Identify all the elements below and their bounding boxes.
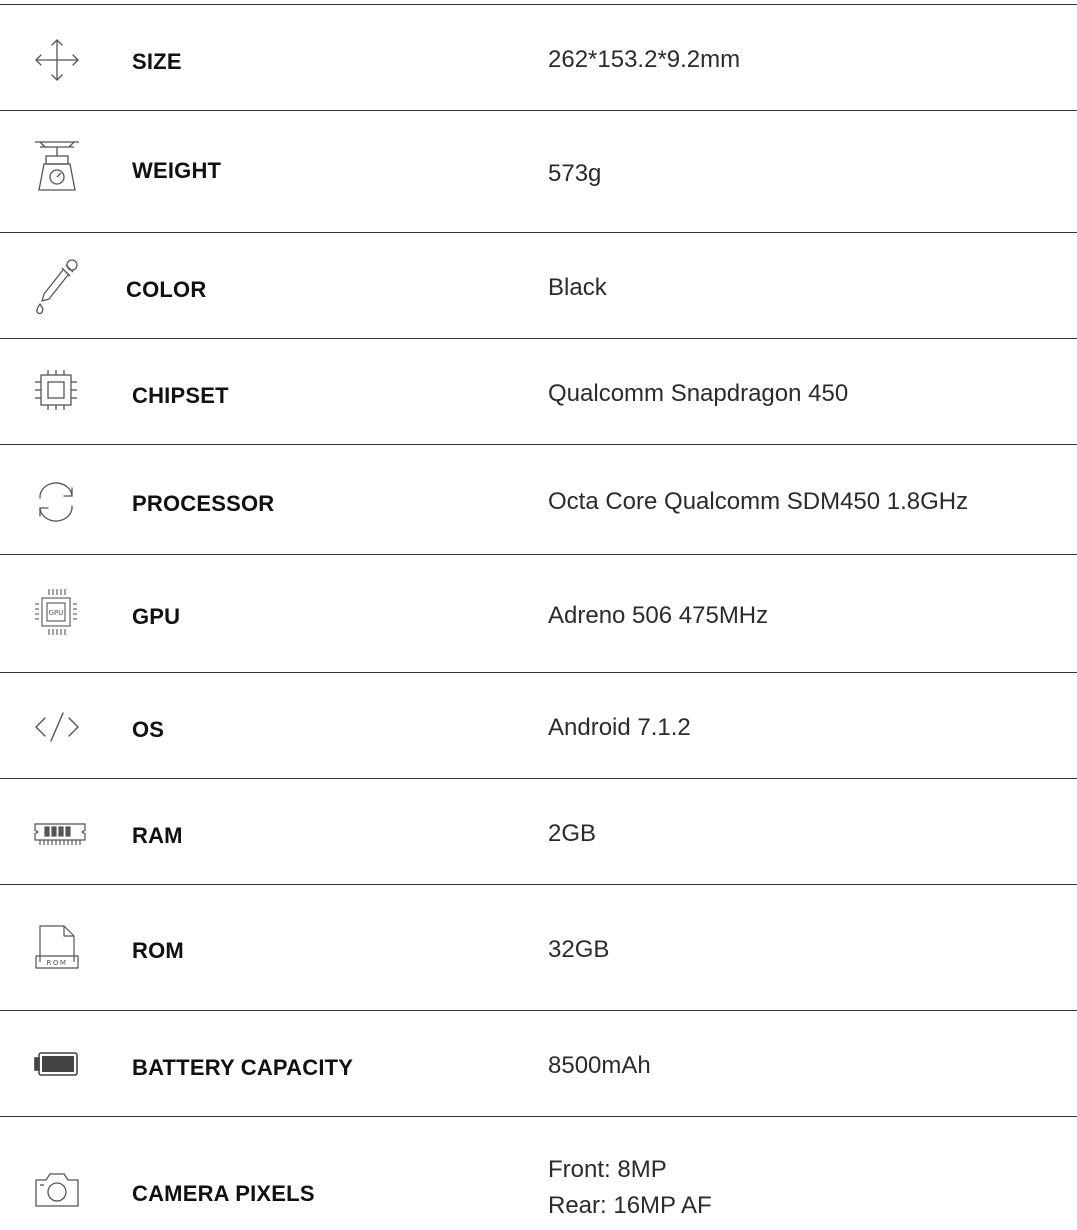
spec-label-color: COLOR xyxy=(126,277,207,302)
move-arrows-icon xyxy=(32,38,82,82)
spec-value-size: 262*153.2*9.2mm xyxy=(548,46,741,73)
spec-label-rom: ROM xyxy=(132,938,184,963)
spec-value-processor: Octa Core Qualcomm SDM450 1.8GHz xyxy=(548,488,969,515)
weighing-scale-icon xyxy=(32,138,82,192)
code-brackets-icon xyxy=(32,705,82,749)
spec-label-processor: PROCESSOR xyxy=(132,491,275,516)
spec-label-chipset: CHIPSET xyxy=(132,383,229,408)
spec-value-gpu: Adreno 506 475MHz xyxy=(548,602,769,629)
refresh-cycle-icon xyxy=(32,480,82,524)
spec-label-ram: RAM xyxy=(132,823,183,848)
rom-icon-text: ROM xyxy=(47,959,68,967)
spec-value-battery: 8500mAh xyxy=(548,1052,651,1079)
ram-module-icon xyxy=(32,810,86,854)
spec-table: SIZE 262*153.2*9.2mm WEIGHT 573g COLOR B… xyxy=(0,0,1077,1230)
gpu-icon-text: GPU xyxy=(49,609,64,617)
spec-label-gpu: GPU xyxy=(132,604,181,629)
spec-row-battery: BATTERY CAPACITY 8500mAh xyxy=(0,1010,1077,1116)
spec-value-chipset: Qualcomm Snapdragon 450 xyxy=(548,380,849,407)
spec-row-ram: RAM 2GB xyxy=(0,778,1077,884)
spec-row-size: SIZE 262*153.2*9.2mm xyxy=(0,4,1077,110)
spec-row-color: COLOR Black xyxy=(0,232,1077,338)
spec-row-weight: WEIGHT 573g xyxy=(0,110,1077,232)
spec-row-os: OS Android 7.1.2 xyxy=(0,672,1077,778)
spec-row-rom: ROM ROM 32GB xyxy=(0,884,1077,1010)
spec-value-os: Android 7.1.2 xyxy=(548,714,691,741)
spec-value-rom: 32GB xyxy=(548,936,610,963)
spec-value-ram: 2GB xyxy=(548,820,597,847)
spec-value-camera-front: Front: 8MP xyxy=(548,1156,667,1183)
spec-label-os: OS xyxy=(132,717,165,742)
spec-value-camera: Front: 8MP Rear: 16MP AF xyxy=(548,1152,712,1224)
spec-value-weight: 573g xyxy=(548,160,602,187)
spec-label-battery: BATTERY CAPACITY xyxy=(132,1055,354,1080)
spec-row-chipset: CHIPSET Qualcomm Snapdragon 450 xyxy=(0,338,1077,444)
rom-file-icon: ROM xyxy=(32,922,82,972)
spec-row-camera: CAMERA PIXELS Front: 8MP Rear: 16MP AF xyxy=(0,1116,1077,1230)
spec-row-processor: PROCESSOR Octa Core Qualcomm SDM450 1.8G… xyxy=(0,444,1077,554)
spec-label-camera: CAMERA PIXELS xyxy=(132,1181,315,1206)
eyedropper-icon xyxy=(32,256,82,316)
spec-label-size: SIZE xyxy=(132,49,182,74)
spec-label-weight: WEIGHT xyxy=(132,158,222,183)
gpu-chip-icon: GPU xyxy=(32,586,82,638)
spec-value-camera-rear: Rear: 16MP AF xyxy=(548,1192,712,1219)
spec-value-color: Black xyxy=(548,274,607,301)
battery-icon xyxy=(32,1044,82,1088)
chipset-icon xyxy=(32,368,82,412)
camera-icon xyxy=(32,1168,82,1212)
spec-row-gpu: GPU GPU Adreno 506 475MHz xyxy=(0,554,1077,672)
